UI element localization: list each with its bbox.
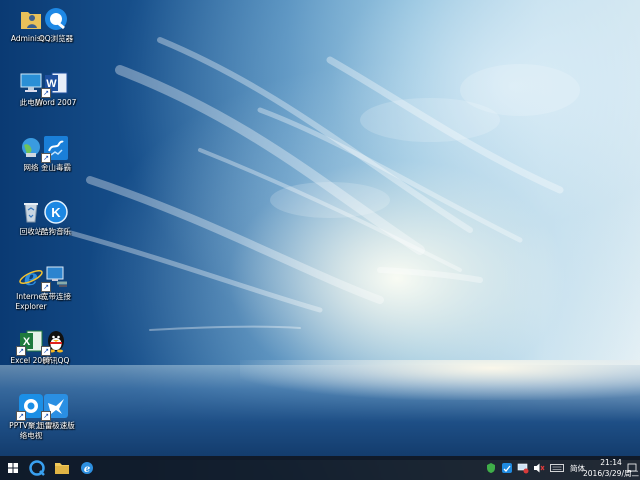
desktop-icon-qq-browser[interactable]: QQ浏览器 (27, 0, 85, 44)
svg-text:K: K (51, 205, 61, 220)
word-icon: W ↗ (41, 70, 69, 98)
speaker-muted-icon[interactable] (533, 462, 545, 474)
taskbar: e 简体 21:14 2016/3/29/周二 (0, 456, 640, 480)
svg-text:e: e (84, 464, 90, 475)
folder-icon (55, 463, 69, 474)
shortcut-arrow-icon: ↗ (16, 411, 26, 421)
desktop-icon-kingsoft-antivirus[interactable]: ↗ 金山毒霸 (27, 129, 85, 173)
broadband-connection-icon: ↗ (41, 264, 69, 292)
shortcut-arrow-icon: ↗ (41, 153, 51, 163)
desktop-icon-label: Word 2007 (35, 98, 77, 107)
taskbar-qq-browser-button[interactable] (24, 456, 50, 480)
desktop-icon-label-line2: 络电视 (19, 431, 43, 440)
kugou-music-icon: K (43, 199, 69, 225)
desktop-icon-label: QQ浏览器 (38, 34, 74, 43)
desktop-icon-kugou-music[interactable]: K 酷狗音乐 (27, 193, 85, 237)
taskbar-file-explorer-button[interactable] (49, 456, 75, 480)
windows-logo-icon (8, 463, 18, 473)
desktop-icon-xunlei[interactable]: ↗ 迅雷极速版 (27, 387, 85, 431)
qq-penguin-icon: ↗ (41, 328, 69, 356)
kingsoft-antivirus-icon: ↗ (41, 135, 69, 163)
start-button[interactable] (0, 456, 26, 480)
desktop-icon-label: 酷狗音乐 (41, 227, 71, 236)
shortcut-arrow-icon: ↗ (41, 282, 51, 292)
security-shield-icon[interactable] (485, 462, 497, 474)
network-warning-icon[interactable] (517, 462, 529, 474)
desktop-icon-label-line2: Explorer (15, 302, 47, 311)
taskbar-internet-explorer-button[interactable]: e (74, 456, 100, 480)
keyboard-icon[interactable] (550, 462, 564, 474)
desktop-icon-tencent-qq[interactable]: ↗ 腾讯QQ (27, 322, 85, 366)
desktop-icon-label: 迅雷极速版 (37, 421, 75, 430)
desktop-icon-label: 宽带连接 (41, 292, 71, 301)
desktop-icon-label: 金山毒霸 (41, 163, 71, 172)
desktop-icon-broadband[interactable]: ↗ 宽带连接 (27, 258, 85, 302)
shortcut-arrow-icon: ↗ (41, 411, 51, 421)
shortcut-arrow-icon: ↗ (16, 346, 26, 356)
desktop-icon-label: 腾讯QQ (42, 356, 70, 365)
qq-browser-icon (43, 6, 69, 32)
xunlei-bird-icon: ↗ (41, 393, 69, 421)
shortcut-arrow-icon: ↗ (41, 88, 51, 98)
notification-center-icon[interactable] (626, 462, 638, 474)
shortcut-arrow-icon: ↗ (41, 346, 51, 356)
internet-explorer-icon: e (81, 462, 93, 475)
tray-app-icon[interactable] (501, 462, 513, 474)
desktop-icon-word[interactable]: W ↗ Word 2007 (27, 64, 85, 108)
desktop[interactable]: Administ… 此电脑 网络 回收站 e Internet Explorer… (0, 0, 640, 480)
sun-glow (240, 360, 640, 400)
qq-browser-taskbar-icon (29, 460, 45, 476)
